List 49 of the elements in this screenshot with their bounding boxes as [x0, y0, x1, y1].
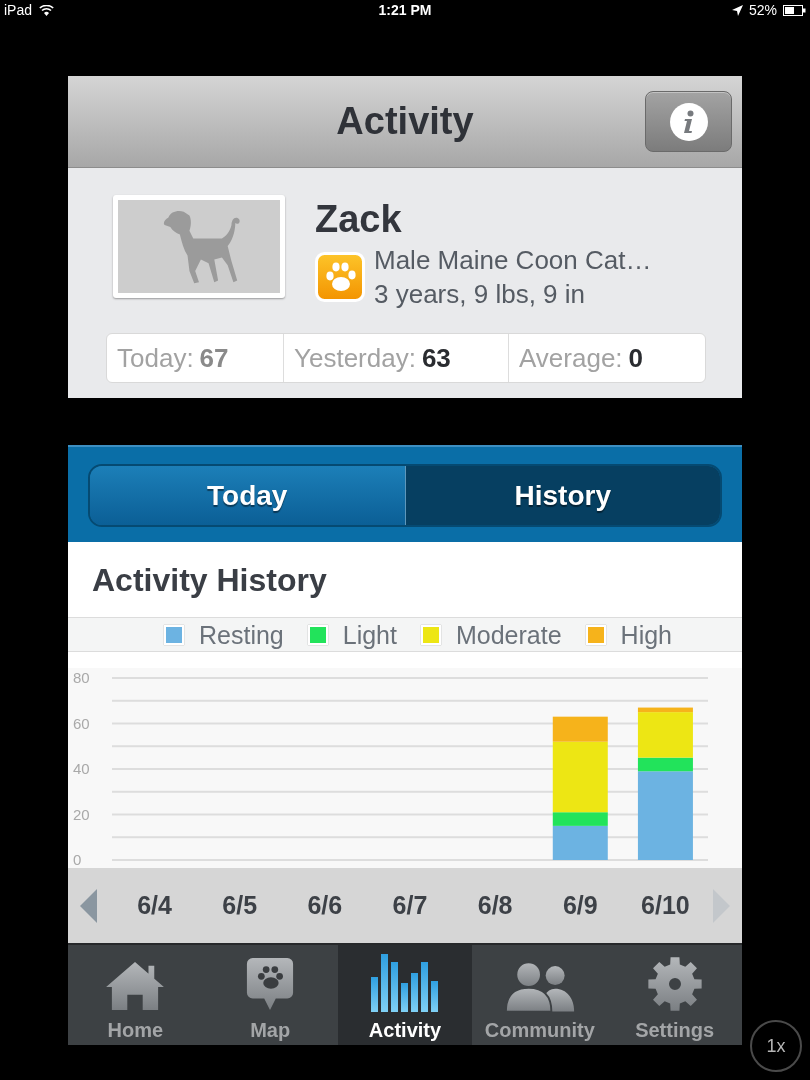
- stat-label: Average:: [519, 341, 623, 375]
- wifi-icon: [39, 4, 55, 16]
- tab-bar-item[interactable]: Home: [68, 945, 203, 1045]
- stat-value: 67: [199, 341, 229, 375]
- previous-button[interactable]: [80, 888, 97, 923]
- zoom-mode-button[interactable]: 1x: [750, 1020, 802, 1072]
- y-axis-label: 20: [73, 805, 90, 823]
- info-button[interactable]: [645, 91, 732, 152]
- date-label: 6/4: [136, 889, 173, 921]
- page-title: Activity: [336, 99, 474, 144]
- date-label: 6/10: [640, 889, 691, 921]
- date-label: 6/5: [221, 889, 259, 921]
- paw-pin-icon: [245, 956, 296, 1012]
- battery-percent: 52%: [749, 0, 777, 20]
- bar-chart-icon: [370, 954, 440, 1012]
- paw-icon: [315, 252, 365, 302]
- stat-value: 63: [421, 341, 451, 375]
- gear-icon: [646, 956, 703, 1012]
- y-axis-label: 40: [73, 760, 90, 777]
- stat-label: Yesterday:: [294, 341, 416, 375]
- stat-label: Today:: [117, 341, 194, 375]
- location-arrow-icon: [732, 4, 743, 16]
- tab-bar-item[interactable]: Settings: [607, 945, 742, 1045]
- left-triangle-icon: [80, 888, 97, 923]
- date-label: 6/6: [306, 889, 344, 921]
- info-icon: [669, 102, 708, 141]
- legend-label: Light: [342, 619, 397, 650]
- legend-label: High: [620, 619, 672, 650]
- date-label: 6/8: [476, 889, 514, 921]
- pet-breed: Male Maine Coon Cat…: [374, 244, 652, 277]
- pet-name: Zack: [315, 197, 403, 241]
- y-axis-label: 80: [73, 669, 90, 686]
- tab-bar-item[interactable]: Community: [472, 945, 608, 1045]
- battery-icon: [783, 4, 806, 16]
- y-axis-label: 0: [73, 851, 82, 868]
- clock-time: 1:21 PM: [378, 0, 432, 20]
- legend-label: Resting: [199, 619, 284, 650]
- chart-title: Activity History: [92, 560, 327, 600]
- device-name: iPad: [4, 0, 33, 20]
- pet-details: 3 years, 9 lbs, 9 in: [374, 278, 586, 311]
- legend-label: Moderate: [455, 619, 562, 650]
- tab-bar-item[interactable]: Map: [202, 945, 338, 1045]
- date-label: 6/9: [561, 889, 599, 921]
- date-label: 6/7: [391, 889, 429, 921]
- segment-tab[interactable]: Today: [90, 466, 405, 525]
- segment-tab[interactable]: History: [404, 466, 720, 525]
- y-axis-label: 60: [73, 714, 90, 732]
- tab-bar-item[interactable]: Activity: [337, 945, 473, 1045]
- stat-value: 0: [628, 341, 644, 375]
